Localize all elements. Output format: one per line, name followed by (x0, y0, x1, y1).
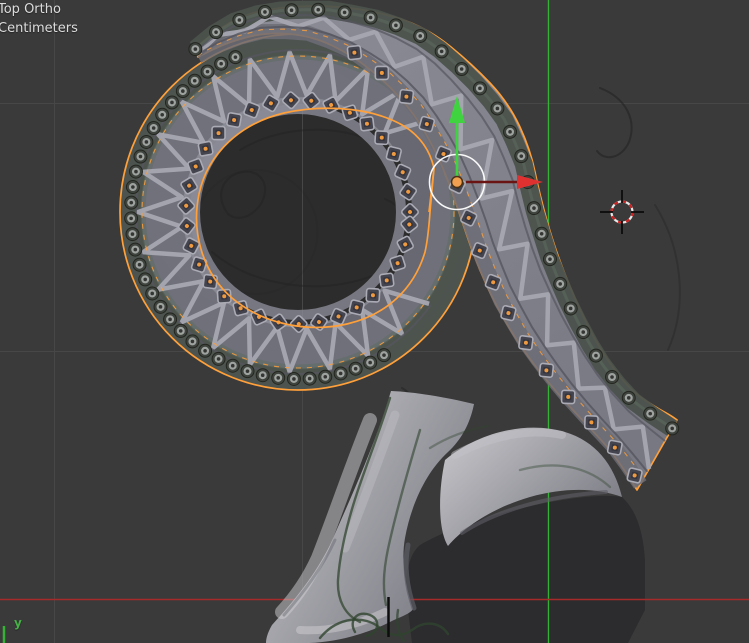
knob-ornament (342, 10, 347, 15)
knob-ornament (626, 396, 631, 400)
knob-ornament (581, 330, 586, 334)
knob-ornament (382, 353, 386, 357)
knob-ornament (568, 306, 573, 311)
knob-ornament (214, 30, 218, 34)
knob-ornament (459, 67, 464, 71)
knob-ornament (144, 140, 149, 144)
jewel-ornament (346, 44, 363, 61)
jewel-ornament (606, 439, 623, 456)
jewel-ornament (365, 287, 381, 303)
gizmo-center-dot[interactable] (450, 175, 464, 189)
knob-ornament (168, 317, 172, 322)
jewel-ornament (378, 272, 395, 289)
jewel-ornament (202, 273, 218, 290)
knob-ornament (216, 357, 221, 361)
knob-ornament (245, 369, 250, 373)
knob-ornament (193, 47, 198, 51)
jewel-ornament (348, 299, 365, 316)
knob-ornament (558, 282, 562, 286)
knob-ornament (610, 375, 614, 379)
knob-ornament (203, 348, 207, 353)
knob-ornament (439, 49, 444, 54)
knob-ornament (289, 8, 294, 13)
jewel-ornament (379, 70, 384, 75)
knob-ornament (263, 10, 267, 14)
knob-ornament (519, 154, 524, 158)
knob-ornament (158, 305, 163, 309)
knob-ornament (130, 232, 135, 236)
knob-ornament (129, 216, 133, 221)
jewel-ornament (211, 125, 226, 141)
jewel-ornament (398, 88, 415, 105)
knob-ornament (276, 376, 281, 380)
knob-ornament (170, 100, 174, 105)
knob-ornament (323, 374, 328, 379)
viewport-canvas[interactable] (0, 0, 749, 643)
jewel-ornament (341, 104, 359, 122)
knob-ornament (181, 89, 185, 93)
jewel-ornament (583, 414, 599, 430)
jewel-ornament (389, 254, 406, 272)
knob-ornament (192, 78, 197, 83)
knob-ornament (160, 112, 165, 117)
knob-ornament (138, 154, 143, 159)
knob-ornament (131, 185, 135, 189)
knob-ornament (219, 61, 223, 66)
jewel-ornament (359, 115, 375, 132)
knob-ornament (353, 366, 358, 371)
viewport-3d[interactable]: Top Ortho Centimeters y (0, 0, 749, 643)
jewel-ornament (538, 362, 555, 379)
knob-ornament (260, 373, 265, 378)
jewel-ornament (518, 334, 534, 351)
knob-ornament (338, 371, 343, 376)
knob-ornament (151, 126, 156, 130)
knob-ornament (137, 262, 142, 267)
knob-ornament (292, 377, 296, 381)
knob-ornament (670, 426, 674, 431)
jewel-ornament (385, 145, 402, 163)
knob-ornament (237, 18, 242, 22)
knob-ornament (508, 130, 512, 134)
jewel-ornament (216, 131, 221, 136)
knob-ornament (394, 23, 398, 28)
knob-ornament (368, 360, 372, 365)
knob-ornament (233, 55, 238, 59)
knob-ornament (316, 7, 321, 12)
jewel-ornament (374, 65, 390, 81)
knob-ornament (539, 231, 544, 236)
knob-ornament (307, 376, 312, 381)
knob-ornament (478, 86, 482, 91)
knob-ornament (230, 363, 235, 368)
knob-ornament (190, 339, 195, 344)
knob-ornament (133, 247, 138, 252)
knob-ornament (134, 169, 138, 174)
knob-ornament (205, 69, 210, 74)
knob-ornament (594, 353, 598, 358)
knob-ornament (129, 200, 134, 205)
knob-ornament (548, 257, 552, 261)
jewel-ornament (226, 112, 243, 128)
knob-ornament (178, 329, 183, 333)
jewel-ornament (626, 467, 643, 484)
knob-ornament (143, 277, 148, 282)
knob-ornament (495, 106, 500, 111)
jewel-ornament (418, 115, 436, 133)
jewel-ornament (374, 130, 390, 146)
jewel-ornament (560, 389, 576, 405)
jewel-ornament (197, 140, 214, 157)
knob-ornament (532, 206, 536, 210)
knob-ornament (150, 291, 155, 296)
knob-ornament (368, 15, 373, 20)
jewel-ornament (500, 304, 517, 322)
knob-ornament (648, 411, 653, 416)
knob-ornament (418, 34, 423, 38)
